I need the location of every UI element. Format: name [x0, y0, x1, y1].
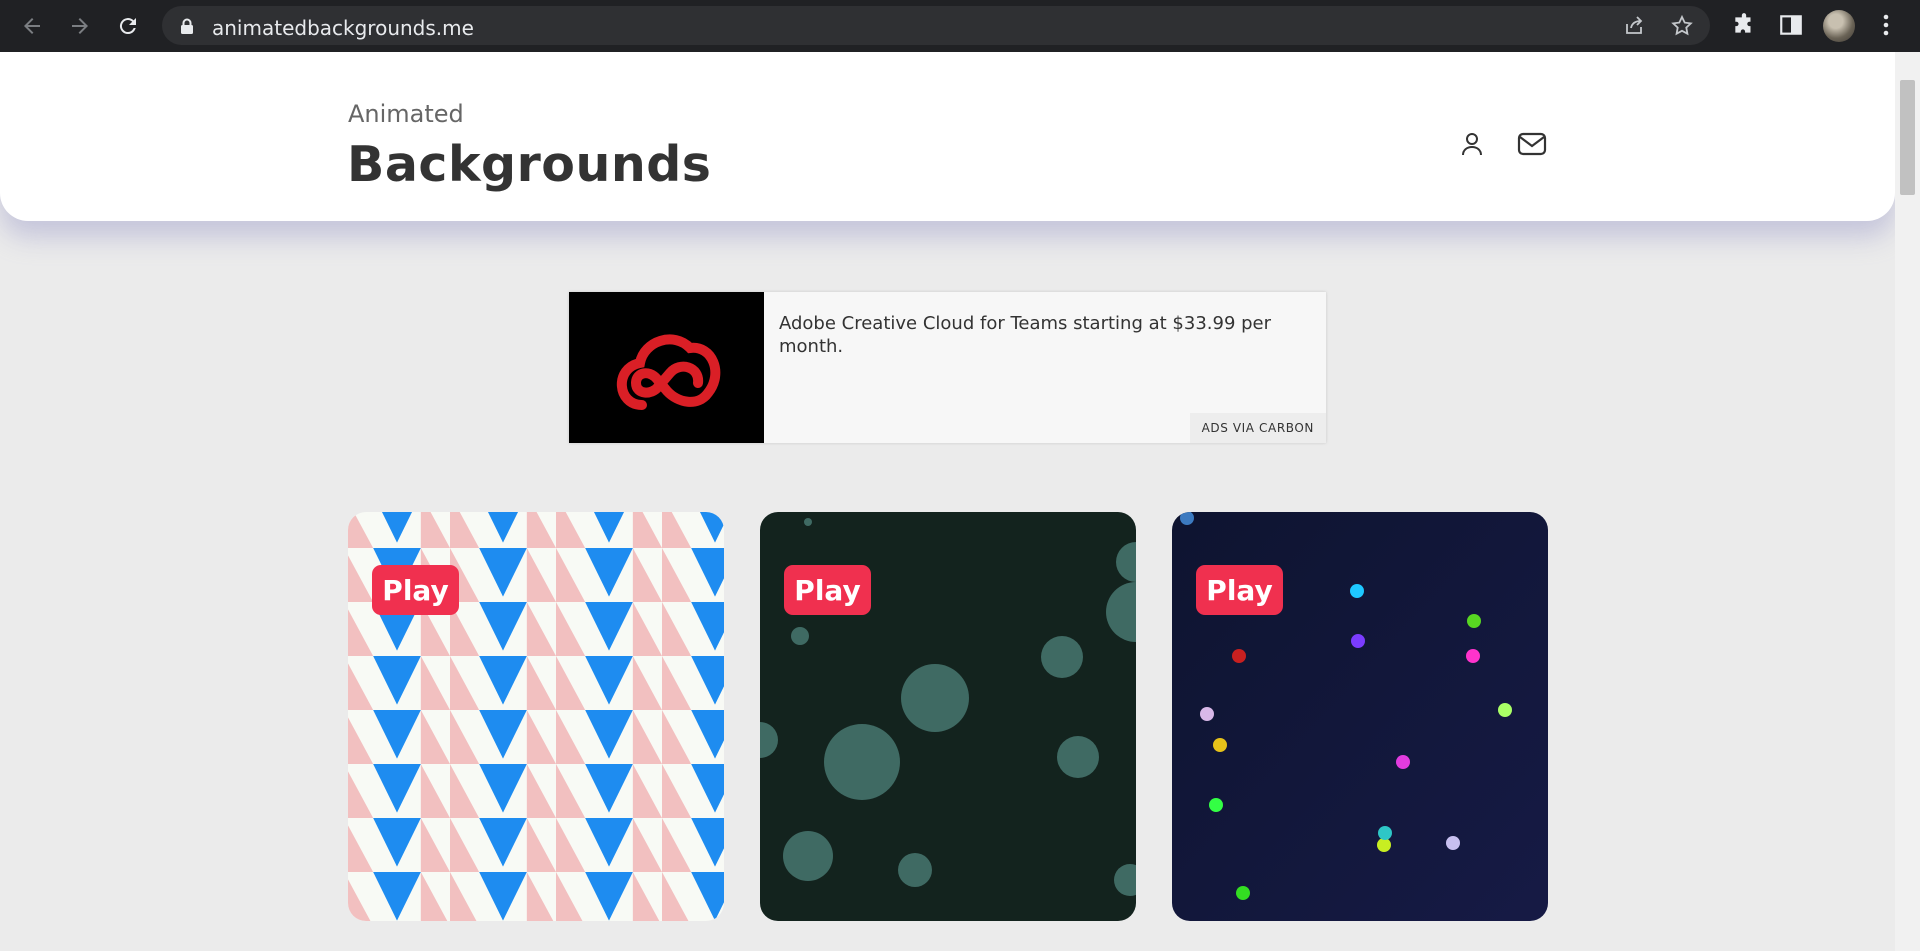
reload-icon[interactable] [110, 8, 146, 44]
forward-icon[interactable] [62, 8, 98, 44]
background-card-dots[interactable]: Play [1172, 512, 1548, 921]
background-card-bubbles[interactable]: Play [760, 512, 1136, 921]
background-card-zigzag[interactable]: Play [348, 512, 724, 921]
mail-icon[interactable] [1516, 128, 1548, 160]
ad-text[interactable]: Adobe Creative Cloud for Teams starting … [779, 312, 1319, 359]
play-button[interactable]: Play [1196, 565, 1283, 615]
play-button[interactable]: Play [784, 565, 871, 615]
carbon-ad[interactable]: Adobe Creative Cloud for Teams starting … [569, 292, 1326, 443]
page-viewport: Animated Backgrounds Adobe Creative Clou… [0, 52, 1920, 951]
back-icon[interactable] [14, 8, 50, 44]
menu-icon[interactable] [1876, 12, 1896, 38]
brand-title[interactable]: Backgrounds [347, 136, 711, 193]
scrollbar-thumb[interactable] [1900, 80, 1915, 195]
play-button[interactable]: Play [372, 565, 459, 615]
share-icon[interactable] [1622, 14, 1646, 38]
url-text[interactable]: animatedbackgrounds.me [212, 16, 474, 40]
extensions-icon[interactable] [1731, 12, 1757, 38]
address-bar[interactable]: animatedbackgrounds.me [162, 6, 1710, 45]
user-icon[interactable] [1456, 128, 1488, 160]
ads-via-carbon-link[interactable]: ADS VIA CARBON [1189, 413, 1326, 443]
brand-subtitle[interactable]: Animated [348, 100, 464, 128]
side-panel-icon[interactable] [1778, 12, 1804, 38]
profile-avatar[interactable] [1823, 10, 1855, 42]
star-icon[interactable] [1670, 14, 1694, 38]
scrollbar[interactable] [1895, 52, 1920, 951]
browser-toolbar: animatedbackgrounds.me [0, 0, 1920, 52]
creative-cloud-logo [616, 333, 720, 410]
site-header: Animated Backgrounds [0, 52, 1895, 221]
ad-image[interactable] [569, 292, 764, 443]
lock-icon[interactable] [180, 18, 194, 34]
